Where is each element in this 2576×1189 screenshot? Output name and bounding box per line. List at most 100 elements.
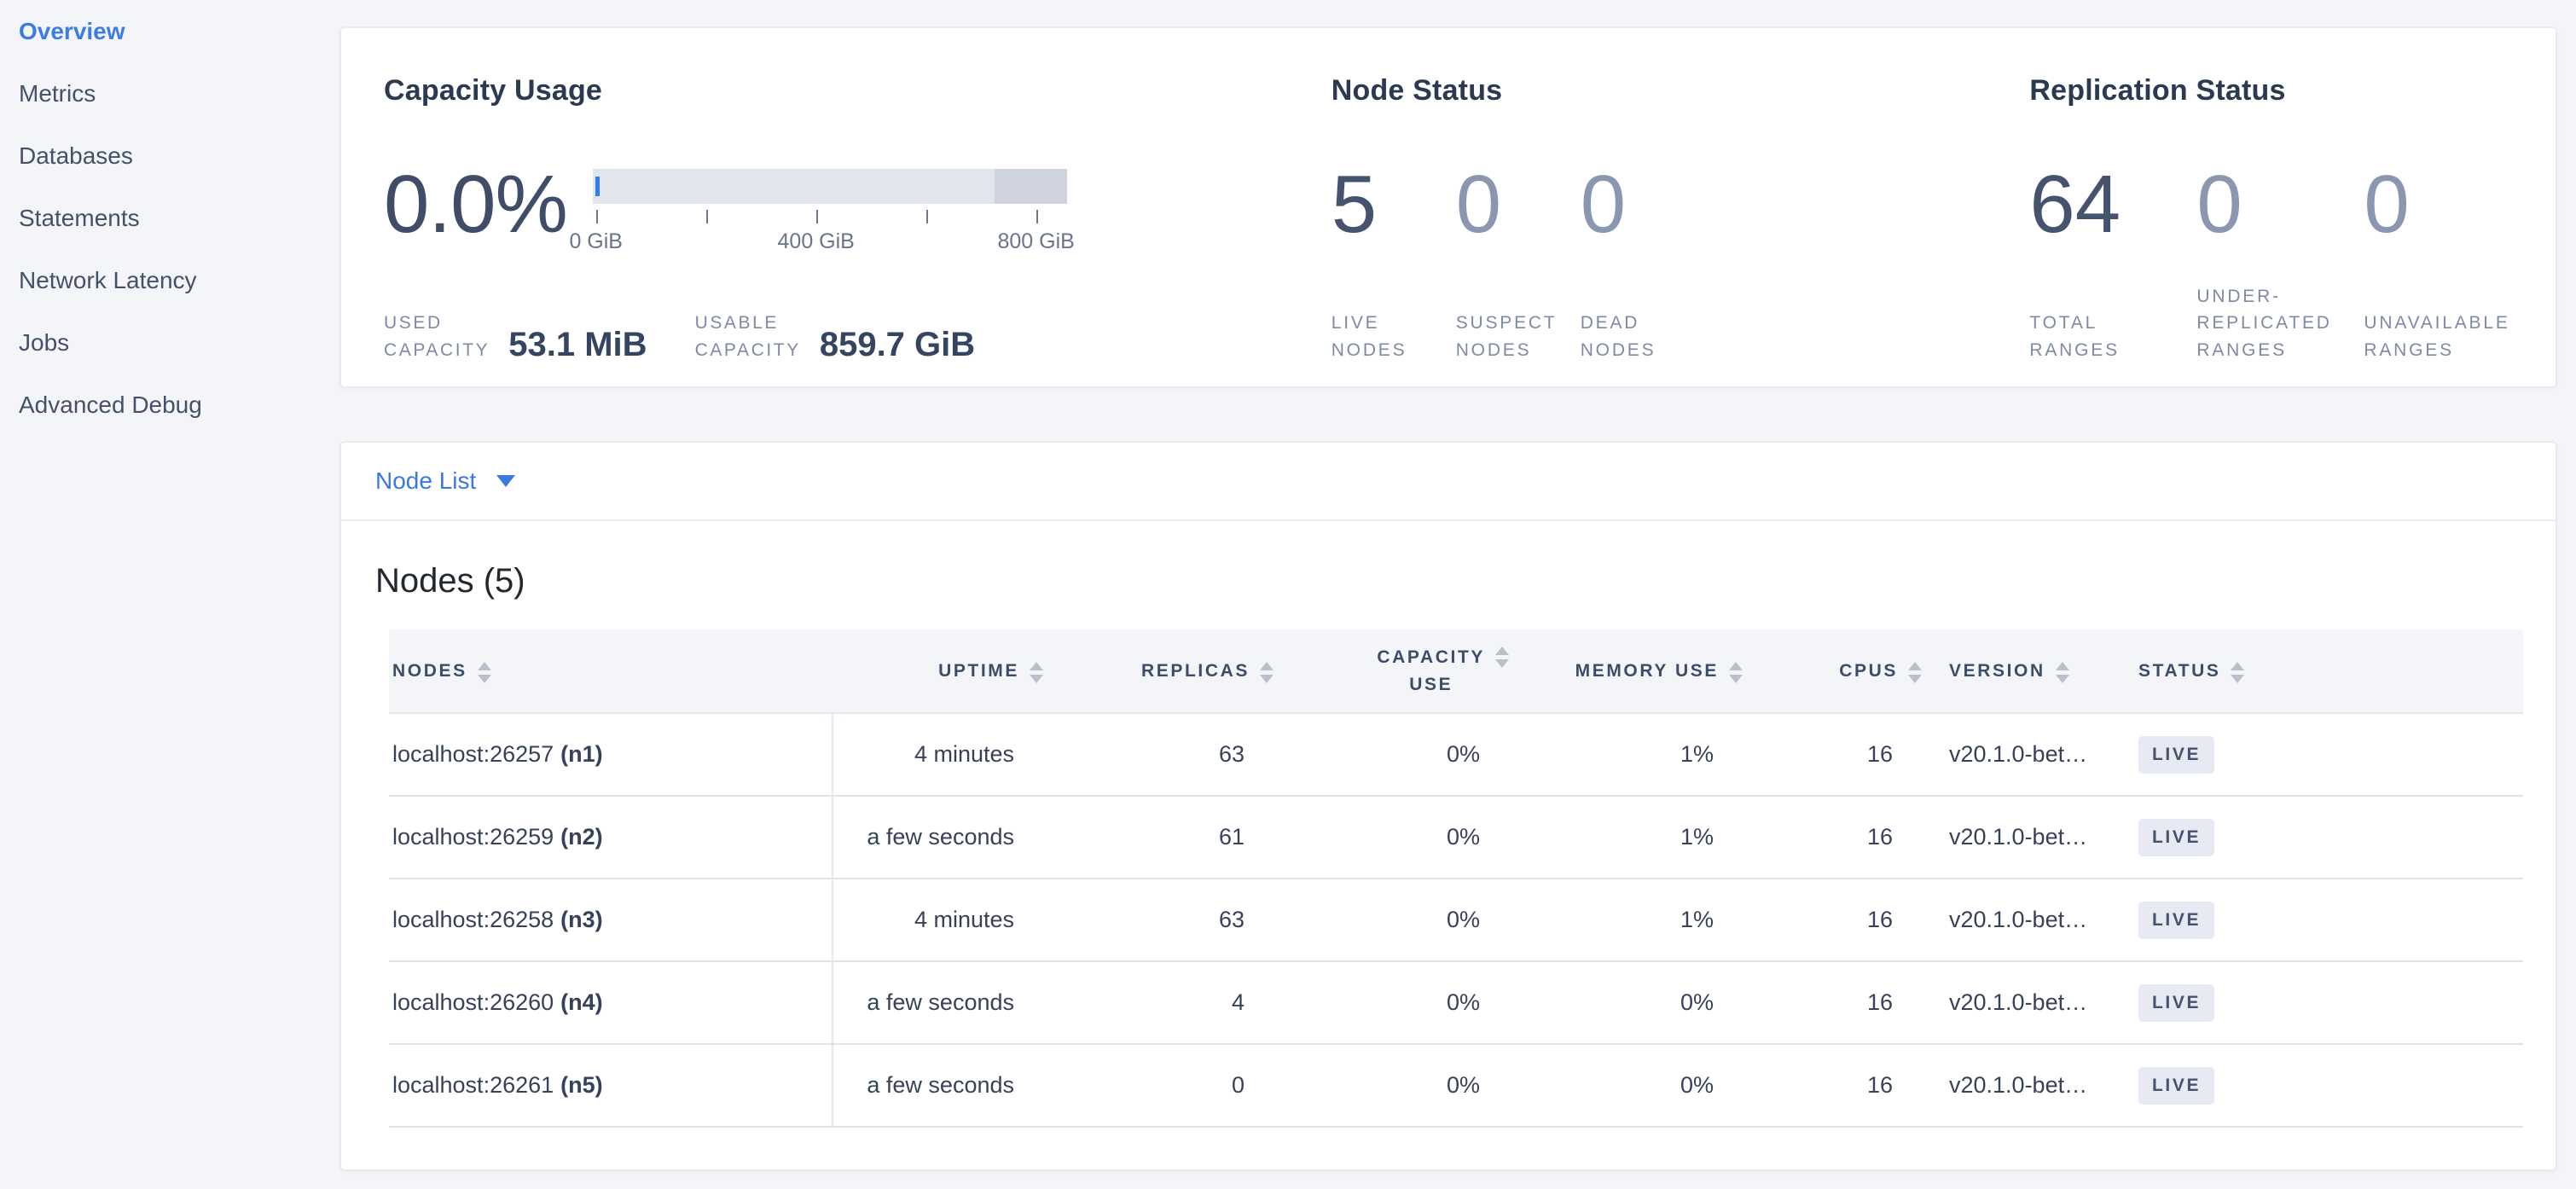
sort-arrows-icon: [1495, 647, 1509, 668]
capacity-gauge-axis: 0 GiB400 GiB800 GiB: [593, 204, 1067, 265]
cell-nodes: localhost:26258(n3): [389, 879, 833, 961]
sort-desc-icon: [2056, 675, 2069, 683]
stat-value: 64: [2029, 164, 2196, 246]
stat-suspect: 0 SUSPECT NODES: [1456, 107, 1581, 363]
gauge-tick: [1036, 210, 1038, 223]
node-address-link[interactable]: localhost:26260: [392, 989, 554, 1015]
stat-label: UNDER- REPLICATED RANGES: [2196, 283, 2364, 364]
sidebar-item-metrics[interactable]: Metrics: [0, 62, 339, 125]
cell-cpus: 16: [1748, 713, 1927, 796]
cell-replicas: 0: [1048, 1044, 1279, 1127]
node-list-dropdown-label: Node List: [375, 467, 476, 495]
sort-arrows-icon: [2231, 662, 2244, 683]
cell-cpus: 16: [1748, 796, 1927, 879]
sidebar-item-databases[interactable]: Databases: [0, 125, 339, 187]
capacity-gauge: 0 GiB400 GiB800 GiB: [593, 169, 1067, 265]
node-address-link[interactable]: localhost:26259: [392, 824, 554, 850]
gauge-tick: [926, 210, 928, 223]
cell-version: v20.1.0-bet…: [1927, 961, 2132, 1044]
sort-asc-icon: [1030, 662, 1043, 670]
capacity-gauge-used-marker: [595, 177, 600, 196]
stat-value: 0: [1456, 164, 1581, 246]
capacity-metric-label: USED CAPACITY: [384, 310, 490, 363]
stat-label: SUSPECT NODES: [1456, 310, 1581, 363]
sidebar-item-network-latency[interactable]: Network Latency: [0, 249, 339, 311]
cell-capacity_use: 0%: [1279, 713, 1514, 796]
cell-uptime: a few seconds: [833, 1044, 1048, 1127]
capacity-metric-usable: USABLE CAPACITY859.7 GiB: [695, 310, 1024, 363]
column-header-memory_use[interactable]: MEMORY USE: [1514, 629, 1748, 713]
sort-desc-icon: [478, 675, 491, 683]
column-header-label: VERSION: [1949, 658, 2045, 685]
capacity-metric-value: 859.7 GiB: [820, 326, 975, 363]
sort-arrows-icon: [1260, 662, 1273, 683]
column-header-capacity_use[interactable]: CAPACITY USE: [1279, 629, 1514, 713]
sidebar-item-overview[interactable]: Overview: [0, 0, 339, 62]
capacity-metrics: USED CAPACITY53.1 MiBUSABLE CAPACITY859.…: [384, 310, 1332, 363]
status-badge: LIVE: [2138, 902, 2214, 939]
replication-status-section: Replication Status 64TOTAL RANGES0UNDER-…: [2029, 74, 2531, 363]
cluster-summary-card: Capacity Usage 0.0% 0 GiB400 GiB800 GiB …: [339, 26, 2557, 388]
stat-label: LIVE NODES: [1332, 310, 1456, 363]
column-header-label: STATUS: [2138, 658, 2220, 685]
column-header-inner: NODES: [392, 658, 833, 685]
column-header-label: UPTIME: [938, 658, 1019, 685]
cell-memory_use: 0%: [1514, 961, 1748, 1044]
nodes-table-header-row: NODES UPTIME REPLICAS CAPACITY USEMEMORY US…: [389, 629, 2523, 713]
column-header-label: REPLICAS: [1141, 658, 1250, 685]
column-header-inner: MEMORY USE: [1514, 658, 1743, 685]
cell-version: v20.1.0-bet…: [1927, 879, 2132, 961]
cell-version: v20.1.0-bet…: [1927, 796, 2132, 879]
column-header-replicas[interactable]: REPLICAS: [1048, 629, 1279, 713]
node-status-section: Node Status 5LIVE NODES0SUSPECT NODES0DE…: [1332, 74, 2030, 363]
sort-desc-icon: [1908, 675, 1922, 683]
capacity-usage-title: Capacity Usage: [384, 74, 1332, 107]
sort-arrows-icon: [1030, 662, 1043, 683]
cell-uptime: a few seconds: [833, 961, 1048, 1044]
capacity-used-percent: 0.0%: [384, 164, 567, 246]
nodes-card: Node List Nodes (5) NODES UPTIME REPLICAS C…: [339, 441, 2557, 1171]
sidebar-item-jobs[interactable]: Jobs: [0, 311, 339, 374]
column-header-cpus[interactable]: CPUS: [1748, 629, 1927, 713]
status-badge: LIVE: [2138, 984, 2214, 1022]
cell-uptime: a few seconds: [833, 796, 1048, 879]
column-header-status[interactable]: STATUS: [2132, 629, 2523, 713]
cell-status: LIVE: [2132, 961, 2523, 1044]
status-badge: LIVE: [2138, 1067, 2214, 1105]
status-badge: LIVE: [2138, 736, 2214, 774]
cell-status: LIVE: [2132, 879, 2523, 961]
stat-value: 5: [1332, 164, 1456, 246]
stat-under: 0UNDER- REPLICATED RANGES: [2196, 107, 2364, 363]
column-header-uptime[interactable]: UPTIME: [833, 629, 1048, 713]
node-address-link[interactable]: localhost:26261: [392, 1072, 554, 1098]
cell-nodes: localhost:26257(n1): [389, 713, 833, 796]
cell-cpus: 16: [1748, 961, 1927, 1044]
column-header-nodes[interactable]: NODES: [389, 629, 833, 713]
stat-label: UNAVAILABLE RANGES: [2364, 310, 2531, 363]
cell-replicas: 61: [1048, 796, 1279, 879]
cell-replicas: 63: [1048, 713, 1279, 796]
sidebar-item-advanced-debug[interactable]: Advanced Debug: [0, 374, 339, 436]
node-address-link[interactable]: localhost:26258: [392, 907, 554, 932]
gauge-tick-label: 800 GiB: [998, 229, 1075, 254]
cell-nodes: localhost:26260(n4): [389, 961, 833, 1044]
stat-live: 5 LIVE NODES: [1332, 107, 1456, 363]
cell-capacity_use: 0%: [1279, 961, 1514, 1044]
sort-asc-icon: [1260, 662, 1273, 670]
sort-arrows-icon: [478, 662, 491, 683]
stat-unavailable: 0UNAVAILABLE RANGES: [2364, 107, 2531, 363]
sort-arrows-icon: [2056, 662, 2069, 683]
column-header-label: NODES: [392, 658, 467, 685]
sidebar: OverviewMetricsDatabasesStatementsNetwor…: [0, 0, 339, 1189]
capacity-gauge-bar: [593, 169, 1067, 204]
cell-status: LIVE: [2132, 1044, 2523, 1127]
column-header-version[interactable]: VERSION: [1927, 629, 2132, 713]
sidebar-item-statements[interactable]: Statements: [0, 187, 339, 249]
nodes-table-title: Nodes (5): [375, 562, 2521, 600]
sort-arrows-icon: [1908, 662, 1922, 683]
node-list-dropdown[interactable]: Node List: [341, 443, 2556, 521]
column-header-inner: REPLICAS: [1048, 658, 1273, 685]
cell-cpus: 16: [1748, 879, 1927, 961]
sort-desc-icon: [1030, 675, 1043, 683]
node-address-link[interactable]: localhost:26257: [392, 741, 554, 767]
